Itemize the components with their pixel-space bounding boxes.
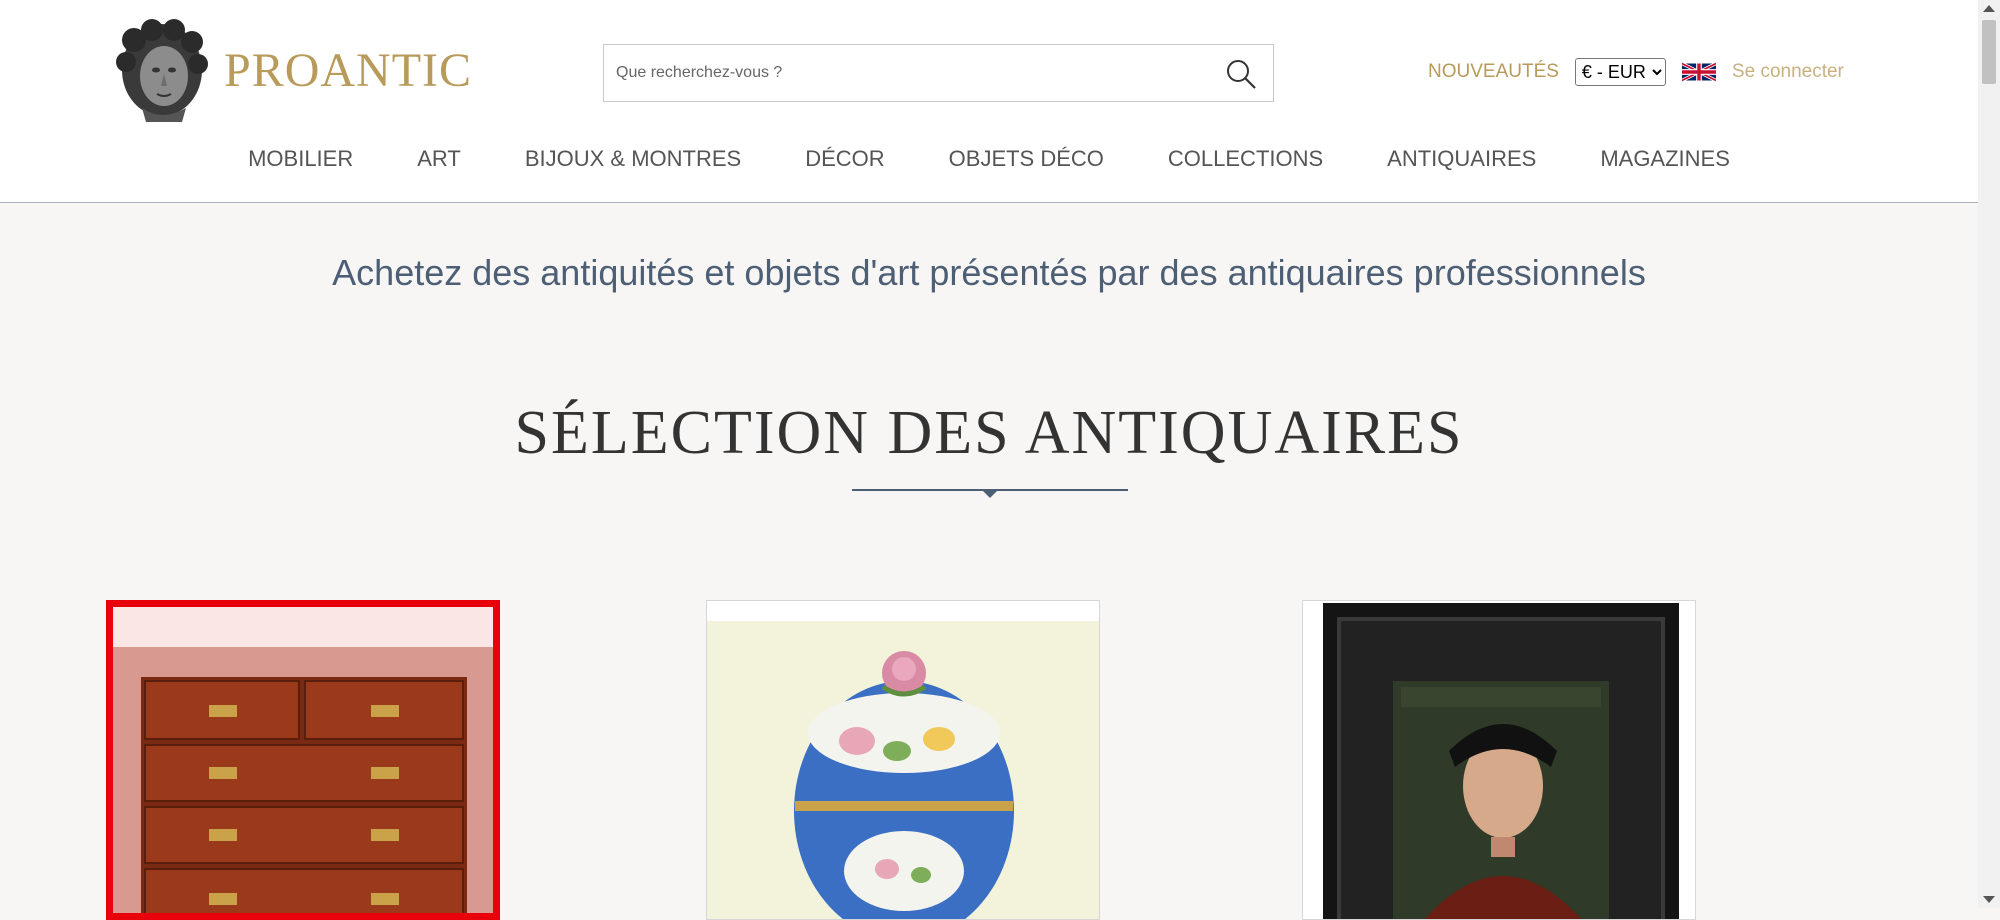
logo-bust-icon [116,19,208,122]
porcelain-pot-image [707,601,1099,919]
section-title: SÉLECTION DES ANTIQUAIRES [514,399,1464,467]
nav-item-bijoux-montres[interactable]: BIJOUX & MONTRES [493,146,773,172]
search-icon[interactable] [1225,58,1257,90]
chest-of-drawers-image [113,607,493,913]
nav-item-magazines[interactable]: MAGAZINES [1568,146,1762,172]
nav-item-antiquaires[interactable]: ANTIQUAIRES [1355,146,1568,172]
product-card-chest[interactable] [106,600,500,920]
news-link[interactable]: NOUVEAUTÉS [1428,61,1559,83]
login-link[interactable]: Se connecter [1732,61,1844,83]
search-input[interactable] [604,45,1176,101]
nav-item-mobilier[interactable]: MOBILIER [216,146,385,172]
title-divider [852,489,1128,498]
nav-item-art[interactable]: ART [385,146,493,172]
scrollbar[interactable] [1978,0,2000,908]
uk-flag-icon[interactable] [1681,60,1716,84]
product-card-porcelain[interactable] [706,600,1100,920]
search-bar [603,44,1274,102]
scroll-down-arrow-icon[interactable] [1983,896,1995,903]
scroll-up-arrow-icon[interactable] [1983,5,1995,12]
logo-text: PROANTIC [224,43,473,97]
main-nav: MOBILIER ART BIJOUX & MONTRES DÉCOR OBJE… [0,146,1978,172]
site-header: PROANTIC NOUVEAUTÉS € - EUR Se connecter… [0,0,1978,203]
header-actions: NOUVEAUTÉS € - EUR Se connecter [1428,56,1844,88]
scroll-thumb[interactable] [1982,20,1996,84]
portrait-painting-image [1303,601,1695,919]
currency-select[interactable]: € - EUR [1574,58,1666,86]
nav-item-decor[interactable]: DÉCOR [773,146,916,172]
logo[interactable]: PROANTIC [112,18,472,122]
nav-item-collections[interactable]: COLLECTIONS [1136,146,1355,172]
tagline: Achetez des antiquités et objets d'art p… [332,252,1646,293]
product-card-portrait[interactable] [1302,600,1696,920]
nav-item-objets-deco[interactable]: OBJETS DÉCO [917,146,1136,172]
